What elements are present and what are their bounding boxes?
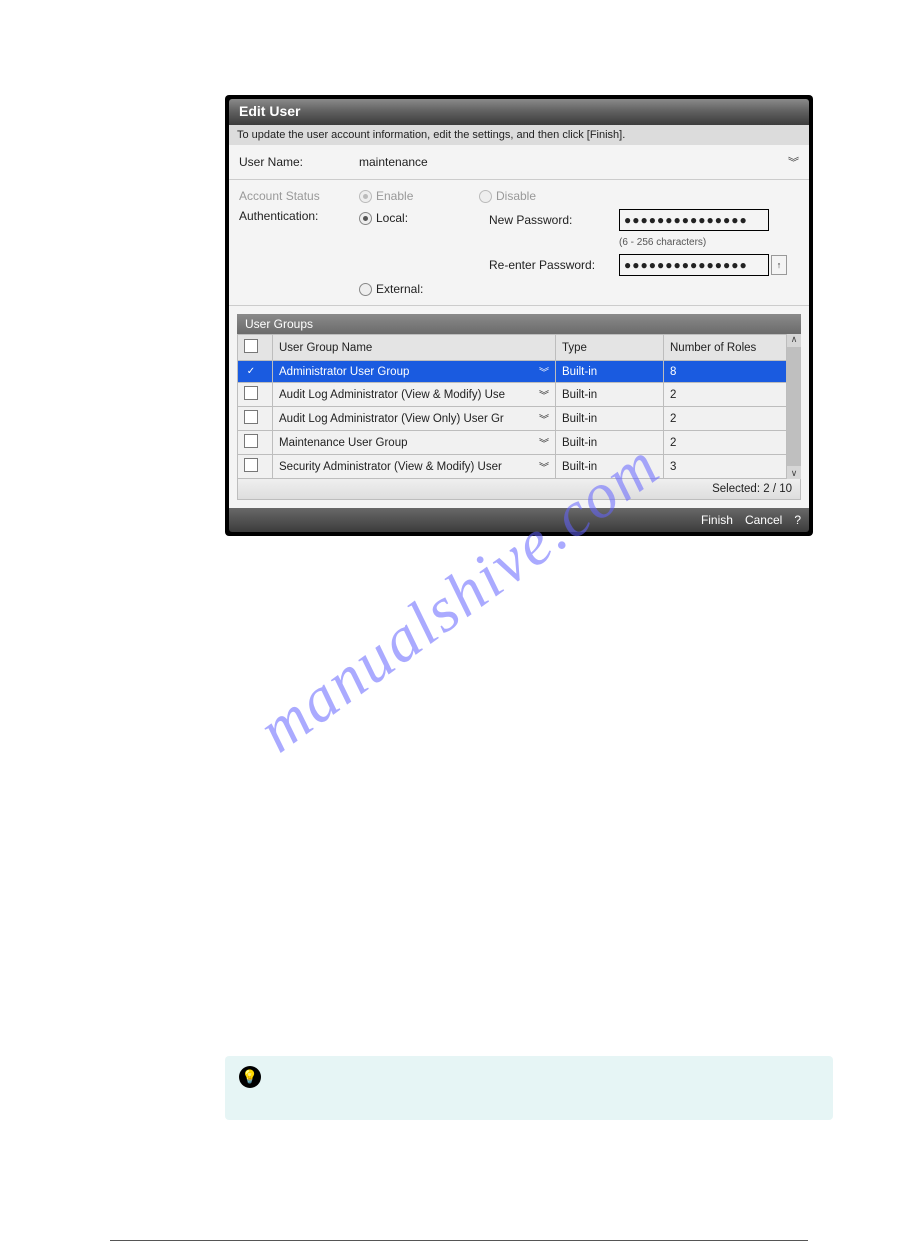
table-row[interactable]: Audit Log Administrator (View Only) User… — [238, 407, 787, 431]
row-checkbox[interactable] — [244, 386, 258, 400]
chevron-down-icon[interactable]: ︾ — [539, 364, 549, 379]
cancel-button[interactable]: Cancel — [745, 513, 782, 527]
row-type: Built-in — [556, 383, 664, 407]
authentication-local-radio[interactable] — [359, 212, 372, 225]
row-checkbox[interactable] — [244, 434, 258, 448]
account-status-enable-radio — [359, 190, 372, 203]
chevron-down-icon[interactable]: ︾ — [539, 435, 549, 450]
row-roles: 2 — [664, 383, 787, 407]
row-type: Built-in — [556, 407, 664, 431]
dialog-instruction: To update the user account information, … — [229, 125, 809, 145]
finish-button[interactable]: Finish — [701, 513, 733, 527]
user-groups-title: User Groups — [237, 314, 801, 334]
local-label: Local: — [376, 211, 408, 225]
row-roles: 2 — [664, 407, 787, 431]
row-name: Security Administrator (View & Modify) U… — [279, 461, 535, 473]
user-name-label: User Name: — [239, 155, 359, 169]
tip-callout: 💡 — [225, 1056, 833, 1120]
scroll-down-icon[interactable]: ∨ — [791, 468, 798, 479]
disable-label: Disable — [496, 189, 536, 203]
dialog-footer: Finish Cancel ? — [229, 508, 809, 532]
row-checkbox[interactable] — [244, 410, 258, 424]
row-roles: 3 — [664, 455, 787, 479]
expand-user-section-icon[interactable]: ︾ — [788, 154, 799, 170]
account-status-label: Account Status — [239, 189, 359, 203]
col-type[interactable]: Type — [556, 335, 664, 361]
select-all-checkbox[interactable] — [244, 339, 258, 353]
dialog-title: Edit User — [229, 99, 809, 125]
lightbulb-icon: 💡 — [239, 1066, 261, 1088]
chevron-down-icon[interactable]: ︾ — [539, 459, 549, 474]
table-row[interactable]: Security Administrator (View & Modify) U… — [238, 455, 787, 479]
edit-user-dialog: Edit User To update the user account inf… — [225, 95, 813, 536]
row-checkbox[interactable] — [244, 458, 258, 472]
row-name: Audit Log Administrator (View Only) User… — [279, 413, 535, 425]
reenter-password-input[interactable]: ●●●●●●●●●●●●●●● — [619, 254, 769, 276]
enable-label: Enable — [376, 189, 413, 203]
password-up-icon[interactable]: ↑ — [771, 255, 787, 275]
table-row[interactable]: Maintenance User Group ︾ Built-in 2 — [238, 431, 787, 455]
scroll-up-icon[interactable]: ∧ — [791, 334, 798, 345]
table-scrollbar[interactable]: ∧ ∨ — [787, 334, 801, 479]
new-password-input[interactable]: ●●●●●●●●●●●●●●● — [619, 209, 769, 231]
reenter-password-label: Re-enter Password: — [489, 258, 619, 272]
external-label: External: — [376, 282, 423, 296]
password-hint: (6 - 256 characters) — [619, 237, 787, 248]
row-name: Maintenance User Group — [279, 437, 535, 449]
row-name: Audit Log Administrator (View & Modify) … — [279, 389, 535, 401]
chevron-down-icon[interactable]: ︾ — [539, 411, 549, 426]
row-type: Built-in — [556, 361, 664, 383]
user-groups-table: User Group Name Type Number of Roles ✓ A… — [237, 334, 787, 479]
authentication-external-radio[interactable] — [359, 283, 372, 296]
row-name: Administrator User Group — [279, 366, 535, 378]
col-roles[interactable]: Number of Roles — [664, 335, 787, 361]
row-roles: 2 — [664, 431, 787, 455]
chevron-down-icon[interactable]: ︾ — [539, 387, 549, 402]
row-roles: 8 — [664, 361, 787, 383]
col-name[interactable]: User Group Name — [273, 335, 556, 361]
row-type: Built-in — [556, 455, 664, 479]
row-type: Built-in — [556, 431, 664, 455]
help-button[interactable]: ? — [794, 513, 801, 527]
authentication-label: Authentication: — [239, 209, 359, 223]
selection-count: Selected: 2 / 10 — [237, 479, 801, 500]
new-password-label: New Password: — [489, 213, 619, 227]
row-checkbox[interactable]: ✓ — [244, 365, 258, 379]
table-row[interactable]: Audit Log Administrator (View & Modify) … — [238, 383, 787, 407]
user-name-value: maintenance — [359, 155, 479, 169]
table-row[interactable]: ✓ Administrator User Group ︾ Built-in 8 — [238, 361, 787, 383]
account-status-disable-radio — [479, 190, 492, 203]
